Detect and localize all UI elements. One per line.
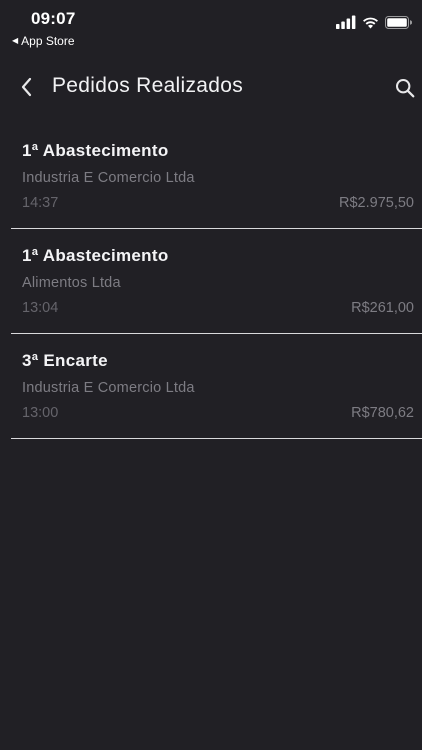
order-company: Industria E Comercio Ltda <box>22 170 195 186</box>
back-app-label: App Store <box>21 34 75 48</box>
order-value: R$780,62 <box>351 405 414 421</box>
list-item[interactable]: 3ª Encarte Industria E Comercio Ltda 13:… <box>11 334 422 439</box>
list-item[interactable]: 1ª Abastecimento Industria E Comercio Lt… <box>11 124 422 229</box>
order-title: 3ª Encarte <box>22 351 108 370</box>
status-bar: 09:07 ◀ App Store <box>0 0 422 52</box>
order-list: 1ª Abastecimento Industria E Comercio Lt… <box>0 124 422 439</box>
search-button[interactable] <box>392 75 418 101</box>
order-title: 1ª Abastecimento <box>22 141 169 160</box>
search-icon <box>396 79 415 98</box>
order-value: R$261,00 <box>351 300 414 316</box>
back-triangle-icon: ◀ <box>12 36 19 45</box>
list-item[interactable]: 1ª Abastecimento Alimentos Ltda 13:04 R$… <box>11 229 422 334</box>
battery-icon <box>385 15 412 29</box>
order-title: 1ª Abastecimento <box>22 246 169 265</box>
order-time: 13:04 <box>22 300 59 316</box>
wifi-icon <box>363 17 378 28</box>
status-icons <box>336 15 412 29</box>
order-value: R$2.975,50 <box>339 195 414 211</box>
page-title: Pedidos Realizados <box>52 74 244 97</box>
order-company: Alimentos Ltda <box>22 275 121 291</box>
chevron-left-icon <box>21 77 32 97</box>
order-company: Industria E Comercio Ltda <box>22 380 195 396</box>
back-to-app-store[interactable]: ◀ App Store <box>12 34 75 48</box>
order-time: 13:00 <box>22 405 59 421</box>
order-time: 14:37 <box>22 195 59 211</box>
status-time: 09:07 <box>31 9 76 28</box>
back-button[interactable] <box>12 75 40 99</box>
cellular-signal-icon <box>336 15 356 29</box>
nav-bar: Pedidos Realizados <box>0 62 422 112</box>
